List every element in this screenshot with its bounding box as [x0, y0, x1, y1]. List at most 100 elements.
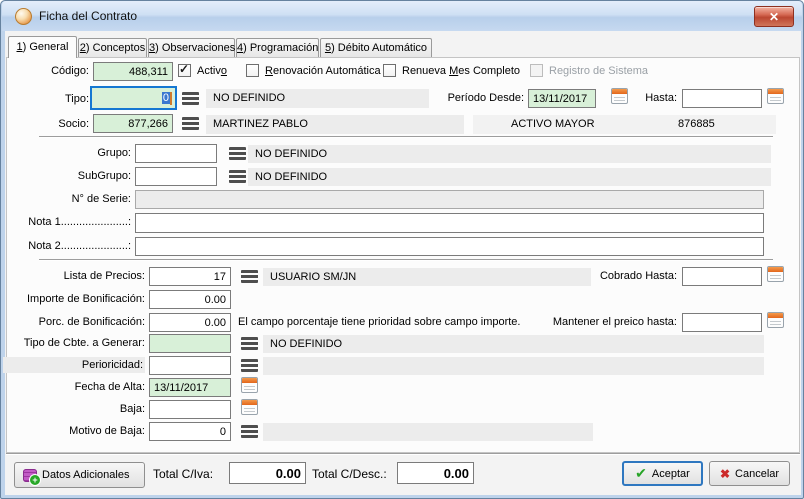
- calendar-icon: [767, 312, 784, 328]
- menu-icon: [241, 337, 258, 350]
- socio-name-field: MARTINEZ PABLO: [206, 115, 464, 134]
- database-add-icon: [23, 469, 37, 482]
- close-icon: ✕: [769, 10, 779, 24]
- renovacion-automatica-checkbox[interactable]: [246, 64, 259, 77]
- cobrado-hasta-calendar-button[interactable]: [767, 265, 785, 282]
- menu-icon: [182, 117, 199, 130]
- nota2-label: Nota 2......................:: [1, 240, 131, 252]
- hasta-calendar-button[interactable]: [767, 87, 785, 104]
- nota1-field[interactable]: [135, 213, 764, 233]
- socio-lookup-button[interactable]: [182, 116, 200, 130]
- mantener-precio-field[interactable]: [682, 313, 762, 332]
- check-icon: ✓: [179, 62, 189, 76]
- calendar-icon: [241, 377, 258, 393]
- text-caret: [170, 92, 172, 105]
- nota2-field[interactable]: [135, 237, 764, 256]
- motivo-baja-field[interactable]: [149, 422, 231, 441]
- separator: [39, 136, 773, 138]
- porc-bonificacion-field[interactable]: [149, 313, 231, 332]
- perioricidad-label: Perioricidad:: [3, 357, 145, 373]
- serie-label: N° de Serie:: [21, 193, 131, 205]
- menu-icon: [229, 170, 246, 183]
- importe-bonificacion-label: Importe de Bonificación:: [3, 293, 145, 305]
- tipo-field[interactable]: 0: [90, 86, 177, 110]
- socio-number-text: 876885: [678, 118, 715, 130]
- check-icon: ✔: [635, 465, 647, 482]
- calendar-icon: [767, 88, 784, 104]
- codigo-label: Código:: [19, 65, 89, 77]
- activo-checkbox-label[interactable]: Activo: [197, 65, 227, 77]
- periodo-desde-label: Período Desde:: [421, 92, 524, 104]
- datos-adicionales-button[interactable]: Datos Adicionales: [14, 462, 145, 488]
- cobrado-hasta-field[interactable]: [682, 267, 762, 286]
- codigo-field: [93, 62, 173, 81]
- title-bar[interactable]: Ficha del Contrato ✕: [2, 1, 802, 31]
- perioricidad-lookup-button[interactable]: [241, 358, 259, 372]
- tab-general[interactable]: 1) General: [8, 36, 77, 58]
- menu-icon: [182, 92, 199, 105]
- calendar-icon: [241, 399, 258, 415]
- fecha-alta-field[interactable]: [149, 378, 231, 397]
- porc-bonificacion-label: Porc. de Bonificación:: [3, 316, 145, 328]
- registro-de-sistema-label: Registro de Sistema: [549, 65, 648, 77]
- total-iva-label: Total C/Iva:: [153, 467, 213, 481]
- activo-checkbox[interactable]: ✓: [178, 64, 191, 77]
- tipo-cbte-label: Tipo de Cbte. a Generar:: [3, 337, 145, 349]
- cross-icon: ✖: [720, 467, 730, 481]
- socio-status-text: ACTIVO MAYOR: [511, 118, 595, 130]
- socio-field[interactable]: [93, 114, 173, 133]
- subgrupo-lookup-button[interactable]: [229, 169, 247, 183]
- serie-field: [135, 190, 764, 209]
- hasta-field[interactable]: [682, 89, 762, 108]
- subgrupo-label: SubGrupo:: [21, 170, 131, 182]
- motivo-baja-desc-field: [263, 423, 593, 441]
- lista-precios-desc-field: USUARIO SM/JN: [263, 268, 591, 286]
- total-desc-field[interactable]: [397, 462, 474, 484]
- tipo-cbte-lookup-button[interactable]: [241, 336, 259, 350]
- total-iva-field[interactable]: [229, 462, 306, 484]
- renovacion-automatica-label[interactable]: Renovación Automática: [265, 65, 381, 77]
- tab-observaciones[interactable]: 3) Observaciones: [148, 38, 235, 58]
- tab-conceptos[interactable]: 2) Conceptos: [78, 38, 147, 58]
- grupo-label: Grupo:: [21, 147, 131, 159]
- baja-field[interactable]: [149, 400, 231, 419]
- baja-calendar-button[interactable]: [241, 398, 259, 415]
- menu-icon: [241, 359, 258, 372]
- mantener-precio-label: Mantener el preico hasta:: [537, 316, 677, 328]
- tipo-lookup-button[interactable]: [182, 91, 200, 105]
- lista-precios-lookup-button[interactable]: [241, 269, 259, 283]
- fecha-alta-calendar-button[interactable]: [241, 376, 259, 393]
- perioricidad-desc-field: [263, 357, 764, 375]
- tipo-selected-text: 0: [162, 92, 170, 104]
- renueva-mes-completo-checkbox[interactable]: [383, 64, 396, 77]
- tipo-cbte-field[interactable]: [149, 334, 231, 353]
- close-button[interactable]: ✕: [754, 6, 794, 27]
- menu-icon: [241, 270, 258, 283]
- aceptar-button[interactable]: ✔ Aceptar: [622, 461, 703, 486]
- renueva-mes-completo-label[interactable]: Renueva Mes Completo: [402, 65, 520, 77]
- window-title: Ficha del Contrato: [39, 9, 137, 23]
- calendar-icon: [767, 266, 784, 282]
- grupo-lookup-button[interactable]: [229, 146, 247, 160]
- total-desc-label: Total C/Desc.:: [312, 467, 387, 481]
- subgrupo-desc-field: NO DEFINIDO: [248, 168, 771, 186]
- socio-label: Socio:: [19, 118, 89, 130]
- footer-separator: [6, 453, 800, 455]
- periodo-desde-field[interactable]: [528, 89, 596, 108]
- porcentaje-note-text: El campo porcentaje tiene prioridad sobr…: [238, 316, 520, 328]
- menu-icon: [229, 147, 246, 160]
- tab-debito-automatico[interactable]: 5) Débito Automático: [320, 38, 432, 58]
- mantener-precio-calendar-button[interactable]: [767, 311, 785, 328]
- subgrupo-field[interactable]: [135, 167, 217, 186]
- motivo-baja-lookup-button[interactable]: [241, 424, 259, 438]
- grupo-field[interactable]: [135, 144, 217, 163]
- importe-bonificacion-field[interactable]: [149, 290, 231, 309]
- lista-precios-label: Lista de Precios:: [3, 270, 145, 282]
- cancelar-button[interactable]: ✖ Cancelar: [709, 461, 790, 486]
- tab-programacion[interactable]: 4) Programación: [236, 38, 319, 58]
- baja-label: Baja:: [3, 403, 145, 415]
- tipo-desc-field: NO DEFINIDO: [206, 89, 429, 108]
- tipo-label: Tipo:: [19, 93, 89, 105]
- lista-precios-field[interactable]: [149, 267, 231, 286]
- perioricidad-field[interactable]: [149, 356, 231, 375]
